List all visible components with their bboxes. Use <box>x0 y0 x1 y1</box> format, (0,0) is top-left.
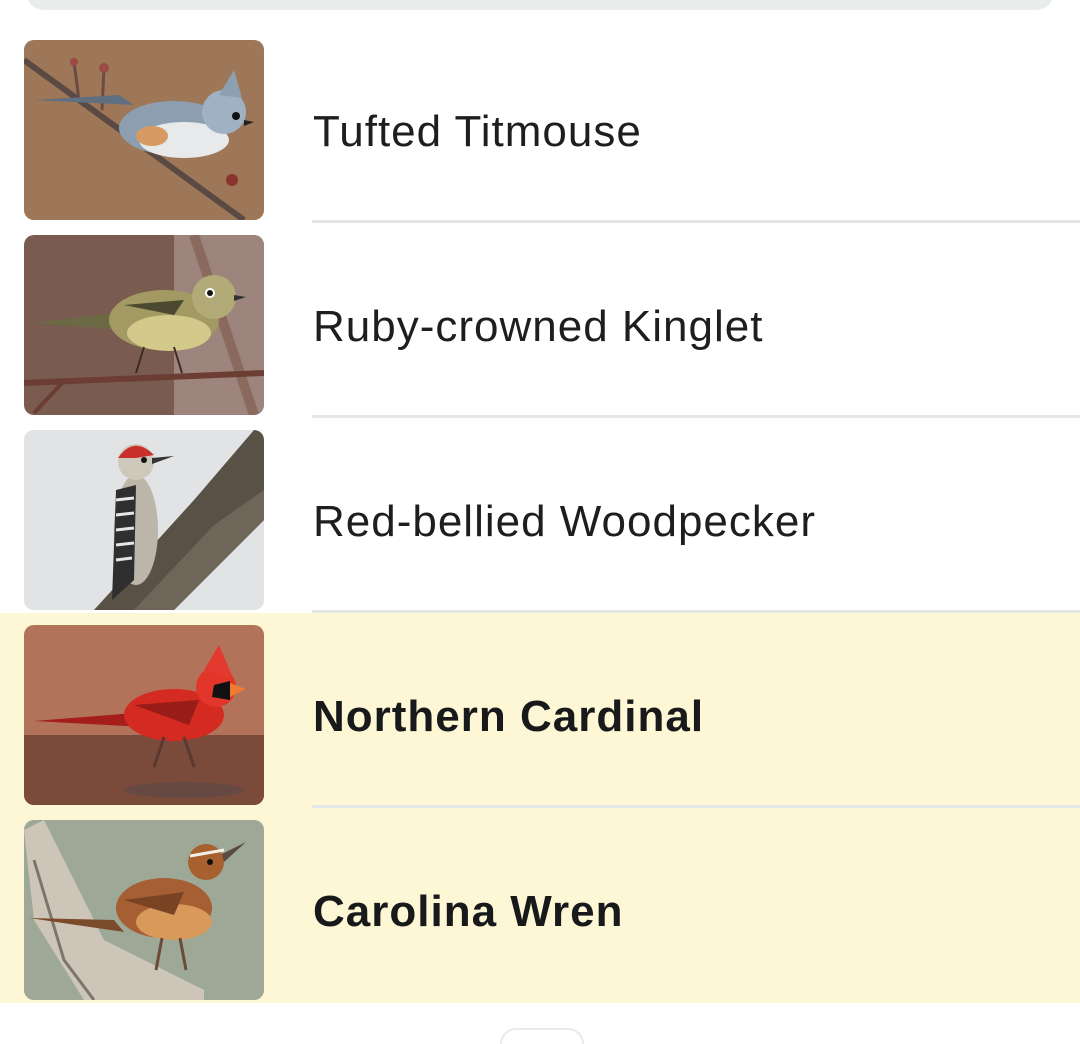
ruby-crowned-kinglet-photo <box>24 235 264 415</box>
list-item-carolina-wren[interactable]: Carolina Wren <box>0 808 1080 1003</box>
bird-name: Ruby-crowned Kinglet <box>313 302 764 351</box>
carolina-wren-photo <box>24 820 264 1000</box>
bird-name: Red-bellied Woodpecker <box>313 497 817 546</box>
list-item-tufted-titmouse[interactable]: Tufted Titmouse <box>0 28 1080 223</box>
northern-cardinal-photo <box>24 625 264 805</box>
bird-name: Northern Cardinal <box>313 692 705 741</box>
search-bar[interactable] <box>26 0 1054 10</box>
bottom-sheet-handle[interactable] <box>500 1028 584 1044</box>
list-item-northern-cardinal[interactable]: Northern Cardinal <box>0 613 1080 808</box>
list-item-red-bellied-woodpecker[interactable]: Red-bellied Woodpecker <box>0 418 1080 613</box>
tufted-titmouse-photo <box>24 40 264 220</box>
bird-name: Tufted Titmouse <box>313 107 642 156</box>
red-bellied-woodpecker-photo <box>24 430 264 610</box>
bird-name: Carolina Wren <box>313 887 624 936</box>
bird-list: Tufted Titmouse Ruby-crowned Kinglet Red… <box>0 28 1080 1003</box>
list-item-ruby-crowned-kinglet[interactable]: Ruby-crowned Kinglet <box>0 223 1080 418</box>
